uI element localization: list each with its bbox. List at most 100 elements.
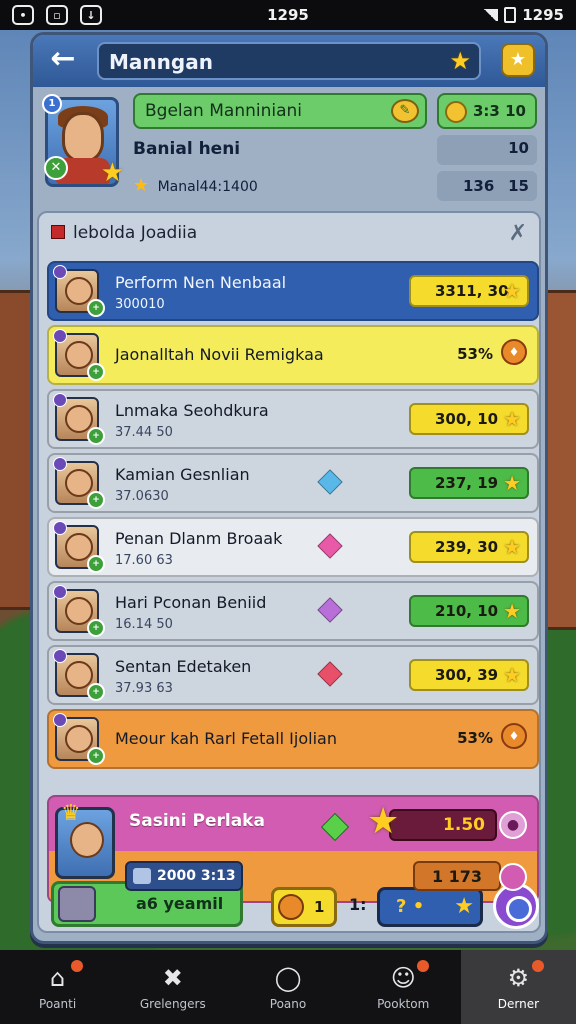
row-name: Sentan Edetaken	[115, 657, 252, 676]
profile-name-bar[interactable]: Bgelan Manniniani ✎	[133, 93, 427, 129]
avatar-face	[62, 112, 104, 162]
value-button[interactable]: 300, 39 ★	[409, 659, 529, 691]
value-text: 239, 30	[435, 538, 499, 556]
value-text: 210, 10	[435, 602, 499, 620]
star-icon: ★	[449, 47, 471, 75]
nav-item[interactable]: ◯ Poano	[230, 950, 345, 1024]
value-text: 237, 19	[435, 474, 499, 492]
clover-badge-icon: ✕	[44, 156, 68, 180]
class-icon	[53, 265, 67, 279]
upgrade-badge-icon: +	[87, 491, 105, 509]
person-icon: ☺	[390, 964, 416, 992]
row-name: Perform Nen Nenbaal	[115, 273, 287, 292]
value-button[interactable]: 239, 30 ★	[409, 531, 529, 563]
feature-chip-text: 2000 3:13	[157, 868, 236, 884]
nav-item[interactable]: ✖ Grelengers	[115, 950, 230, 1024]
row-name: Meour kah Rarl Fetall Ijolian	[115, 729, 337, 748]
stat-a: 136	[463, 177, 495, 195]
list-item[interactable]: + Jaonalltah Novii Remigkaa 53% ♦	[47, 325, 539, 385]
edit-icon[interactable]: ✎	[391, 99, 419, 123]
crossed-swords-icon: ✖	[162, 964, 183, 992]
page-title: Manngan	[109, 50, 213, 74]
yellow-action-label: 1	[314, 898, 325, 916]
bottom-navigation: ⌂ Poanti ✖ Grelengers ◯ Poano ☺ Pooktom ⚙ Derner	[0, 950, 576, 1024]
close-icon[interactable]: ✗	[509, 221, 527, 246]
emblem-icon[interactable]: ♦	[501, 339, 527, 365]
percent-text: 53%	[457, 345, 493, 363]
status-time: 1295	[267, 6, 309, 24]
list-item[interactable]: + Sentan Edetaken 37.93 63 300, 39 ★	[47, 645, 539, 705]
class-icon	[53, 329, 67, 343]
upgrade-badge-icon: +	[87, 299, 105, 317]
row-sub: 17.60 63	[115, 553, 173, 568]
blue-action-button[interactable]: ? • ★	[377, 887, 483, 927]
notification-icon: •	[12, 5, 34, 25]
rank-badge-icon: 1	[42, 94, 62, 114]
star-icon: ★	[100, 158, 124, 188]
star-icon: ★	[503, 663, 521, 687]
gem-icon	[317, 597, 343, 623]
nav-item[interactable]: ☺ Pooktom	[346, 950, 461, 1024]
coin-icon	[445, 101, 467, 123]
upgrade-badge-icon: +	[87, 555, 105, 573]
list-item[interactable]: + Lnmaka Seohdkura 37.44 50 300, 10 ★	[47, 389, 539, 449]
nav-label: Pooktom	[377, 997, 430, 1011]
blue-action-label: ? •	[396, 896, 425, 917]
yellow-action-button[interactable]: 1	[271, 887, 337, 927]
row-sub: 300010	[115, 297, 165, 312]
value-text: 3311, 30	[435, 282, 509, 300]
signal-icon	[482, 9, 499, 21]
list-item[interactable]: + Meour kah Rarl Fetall Ijolian 53% ♦	[47, 709, 539, 769]
notification-dot	[532, 960, 545, 972]
gear-icon: ⚙	[507, 964, 530, 992]
star-icon: ★	[503, 599, 521, 623]
star-icon: ★	[503, 279, 521, 303]
info-icon[interactable]: ●	[499, 811, 527, 839]
upgrade-badge-icon: +	[87, 619, 105, 637]
nav-label: Poano	[269, 997, 307, 1011]
trophy-icon: ★	[454, 894, 474, 919]
feature-chip[interactable]: 2000 3:13	[125, 861, 243, 891]
gem-icon	[317, 661, 343, 687]
back-button[interactable]: ←	[43, 43, 83, 79]
star-icon: ★	[503, 535, 521, 559]
cards-icon	[133, 868, 151, 884]
profile-stats: 136 15	[437, 171, 537, 201]
value-button[interactable]: 210, 10 ★	[409, 595, 529, 627]
home-icon: ⌂	[49, 964, 66, 992]
panel-header: ← Manngan ★ ★	[33, 35, 545, 87]
status-right: 1295	[482, 6, 564, 24]
coin-counter[interactable]: 3:3 10	[437, 93, 537, 129]
profile-level: ★ Manal44:1400	[133, 175, 258, 196]
book-icon	[51, 225, 65, 239]
star-icon: ★	[133, 175, 150, 196]
value-button[interactable]: 3311, 30 ★	[409, 275, 529, 307]
envelope-star-button[interactable]: ★	[501, 43, 535, 77]
chest-icon	[58, 886, 96, 922]
feature-count: 1 173	[413, 861, 501, 891]
stat-b: 15	[508, 177, 529, 195]
list-item[interactable]: + Kamian Gesnlian 37.0630 237, 19 ★	[47, 453, 539, 513]
list-title: lebolda Joadiia	[51, 223, 197, 243]
hero-list: lebolda Joadiia ✗ + Perform Nen Nenbaal 30…	[37, 211, 541, 933]
emblem-icon[interactable]: ♦	[501, 723, 527, 749]
notification-dot	[417, 960, 430, 972]
nav-label: Grelengers	[139, 997, 206, 1011]
action-mid-label: 1:	[349, 895, 367, 914]
player-avatar[interactable]: 1 ✕ ★	[42, 94, 124, 188]
list-item[interactable]: + Perform Nen Nenbaal 300010 3311, 30 ★	[47, 261, 539, 321]
nav-item[interactable]: ⌂ Poanti	[0, 950, 115, 1024]
star-icon: ★	[503, 471, 521, 495]
list-item[interactable]: + Hari Pconan Beniid 16.14 50 210, 10 ★	[47, 581, 539, 641]
value-button[interactable]: 237, 19 ★	[409, 467, 529, 499]
value-text: 300, 10	[435, 410, 499, 428]
upgrade-badge-icon: +	[87, 747, 105, 765]
row-name: Hari Pconan Beniid	[115, 593, 267, 612]
value-button[interactable]: 300, 10 ★	[409, 403, 529, 435]
notification-dot	[71, 960, 84, 972]
emblem-icon[interactable]	[499, 863, 527, 891]
list-title-text: lebolda Joadiia	[73, 223, 198, 243]
list-item[interactable]: + Penan Dlanm Broaak 17.60 63 239, 30 ★	[47, 517, 539, 577]
title-box: Manngan ★	[97, 42, 481, 80]
nav-item[interactable]: ⚙ Derner	[460, 950, 576, 1024]
